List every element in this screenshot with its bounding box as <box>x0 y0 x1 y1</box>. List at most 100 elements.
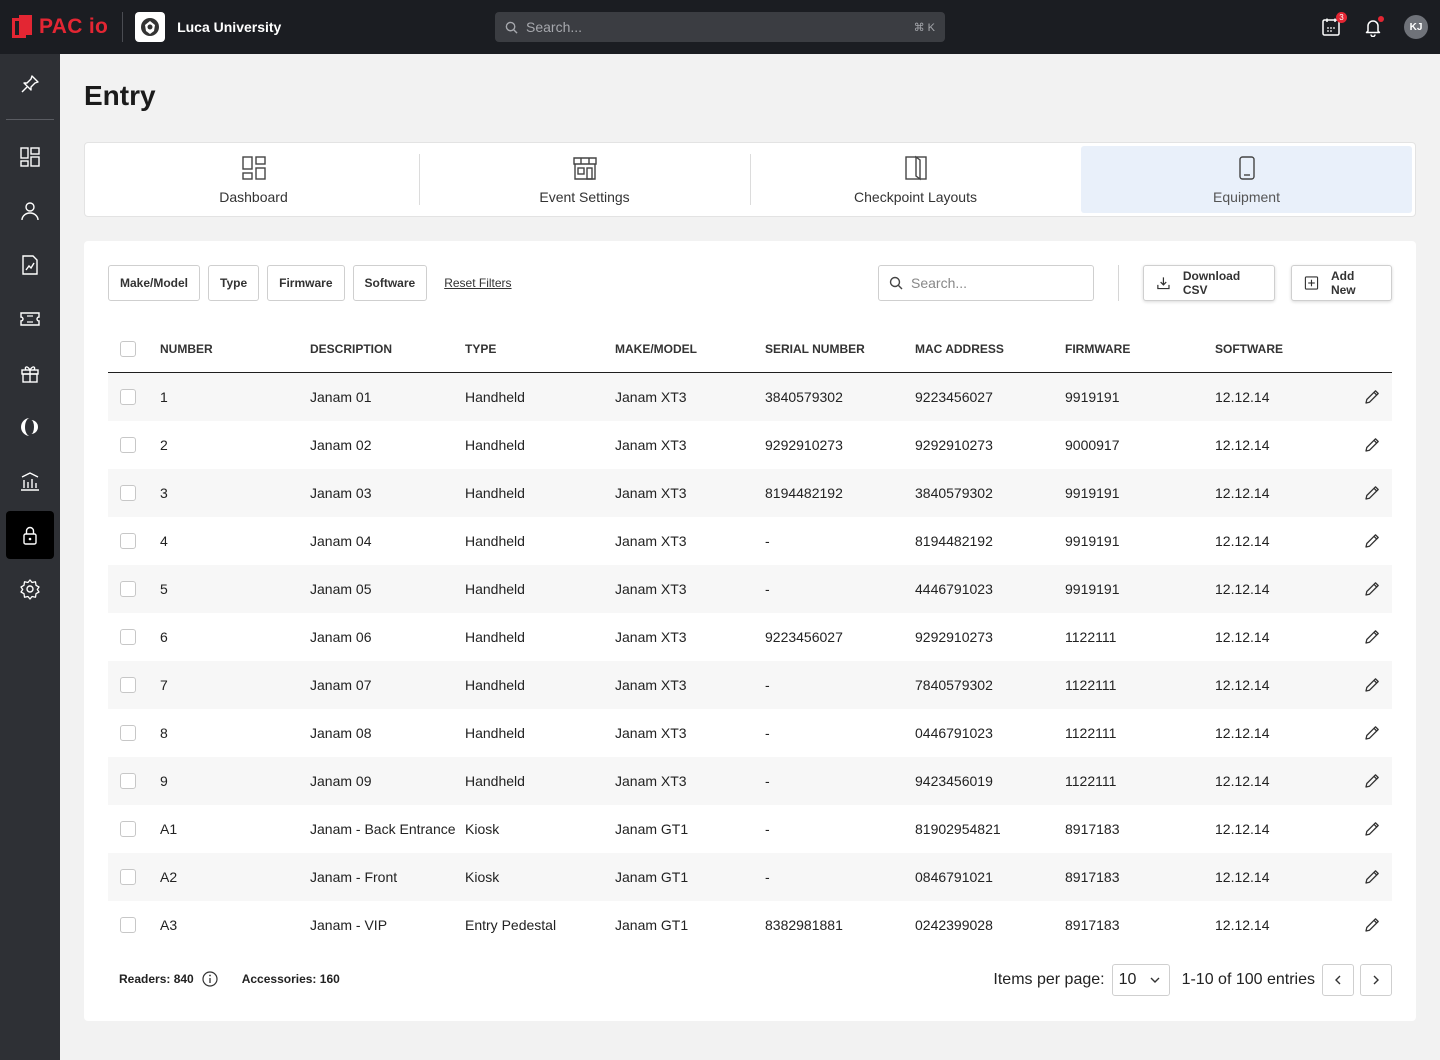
row-checkbox[interactable] <box>120 725 136 741</box>
notifications-button[interactable] <box>1362 16 1384 38</box>
header-software[interactable]: SOFTWARE <box>1215 342 1352 356</box>
page-title: Entry <box>84 80 156 111</box>
cell-number: 6 <box>160 629 168 645</box>
section-tabs: Dashboard Event Settings Checkpoint Layo… <box>84 142 1416 217</box>
table-row[interactable]: 5 Janam 05 Handheld Janam XT3 - 4446791023 991… <box>108 565 1392 613</box>
cell-number: 3 <box>160 485 168 501</box>
row-checkbox[interactable] <box>120 533 136 549</box>
edit-button[interactable] <box>1352 916 1392 934</box>
cell-make-model: Janam GT1 <box>615 821 689 837</box>
accessories-count: Accessories: 160 <box>241 972 340 986</box>
university-name[interactable]: Luca University <box>177 19 281 35</box>
global-search-placeholder: Search... <box>526 19 583 35</box>
tab-checkpoint-layouts[interactable]: Checkpoint Layouts <box>750 146 1081 213</box>
edit-button[interactable] <box>1352 436 1392 454</box>
info-button[interactable] <box>202 971 218 987</box>
items-per-page-select[interactable]: 10 <box>1111 964 1170 996</box>
table-row[interactable]: A1 Janam - Back Entrance Kiosk Janam GT1 - 81… <box>108 805 1392 853</box>
sidebar-item-pin[interactable] <box>6 60 54 108</box>
row-checkbox[interactable] <box>120 821 136 837</box>
sidebar-item-entry[interactable] <box>6 511 54 559</box>
row-checkbox[interactable] <box>120 773 136 789</box>
tab-dashboard[interactable]: Dashboard <box>88 146 419 213</box>
row-checkbox[interactable] <box>120 677 136 693</box>
row-checkbox[interactable] <box>120 437 136 453</box>
add-new-button[interactable]: Add New <box>1291 265 1392 301</box>
edit-button[interactable] <box>1352 820 1392 838</box>
table-row[interactable]: 4 Janam 04 Handheld Janam XT3 - 8194482192 991… <box>108 517 1392 565</box>
table-search-input[interactable]: Search... <box>878 265 1094 301</box>
reports-icon <box>22 255 38 275</box>
filter-software-button[interactable]: Software <box>352 265 428 301</box>
cell-software: 12.12.14 <box>1215 581 1270 597</box>
table-row[interactable]: 8 Janam 08 Handheld Janam XT3 - 0446791023 112… <box>108 709 1392 757</box>
cell-number: 2 <box>160 437 168 453</box>
reset-filters-link[interactable]: Reset Filters <box>444 276 511 290</box>
header-serial-number[interactable]: SERIAL NUMBER <box>765 342 915 356</box>
edit-button[interactable] <box>1352 724 1392 742</box>
calendar-button[interactable]: 3 <box>1320 12 1347 38</box>
edit-button[interactable] <box>1352 532 1392 550</box>
sidebar-item-reports[interactable] <box>6 241 54 289</box>
download-csv-button[interactable]: Download CSV <box>1143 265 1275 301</box>
avatar[interactable]: KJ <box>1404 15 1428 39</box>
row-checkbox[interactable] <box>120 629 136 645</box>
table-row[interactable]: 6 Janam 06 Handheld Janam XT3 9223456027 9292… <box>108 613 1392 661</box>
row-checkbox[interactable] <box>120 389 136 405</box>
cell-description: Janam 08 <box>310 725 372 741</box>
header-description[interactable]: DESCRIPTION <box>310 342 465 356</box>
header-make-model[interactable]: MAKE/MODEL <box>615 342 765 356</box>
info-icon <box>202 971 218 987</box>
sidebar-item-brand[interactable] <box>6 403 54 451</box>
pencil-icon <box>1365 630 1379 644</box>
storefront-icon <box>572 156 597 180</box>
edit-button[interactable] <box>1352 388 1392 406</box>
edit-button[interactable] <box>1352 628 1392 646</box>
cell-serial-number: - <box>765 869 770 885</box>
pagination: Items per page: 10 1-10 of 100 entries <box>993 964 1392 996</box>
cell-mac-address: 4446791023 <box>915 581 993 597</box>
edit-button[interactable] <box>1352 868 1392 886</box>
header-type[interactable]: TYPE <box>465 342 615 356</box>
table-row[interactable]: 3 Janam 03 Handheld Janam XT3 8194482192 3840… <box>108 469 1392 517</box>
filter-make-model-button[interactable]: Make/Model <box>108 265 201 301</box>
edit-button[interactable] <box>1352 676 1392 694</box>
select-all-checkbox[interactable] <box>120 340 136 357</box>
row-checkbox[interactable] <box>120 869 136 885</box>
tab-event-settings[interactable]: Event Settings <box>419 146 750 213</box>
row-checkbox[interactable] <box>120 581 136 597</box>
table-row[interactable]: A2 Janam - Front Kiosk Janam GT1 - 0846791021… <box>108 853 1392 901</box>
sidebar-item-users[interactable] <box>6 187 54 235</box>
row-checkbox[interactable] <box>120 485 136 501</box>
brand[interactable]: PAC io <box>0 0 108 54</box>
next-page-button[interactable] <box>1360 964 1392 996</box>
header-firmware[interactable]: FIRMWARE <box>1065 342 1215 356</box>
header-mac-address[interactable]: MAC ADDRESS <box>915 342 1065 356</box>
edit-button[interactable] <box>1352 772 1392 790</box>
sidebar-item-tickets[interactable] <box>6 295 54 343</box>
header-number[interactable]: NUMBER <box>160 342 310 356</box>
cell-type: Handheld <box>465 773 525 789</box>
cell-make-model: Janam XT3 <box>615 581 687 597</box>
global-search-input[interactable]: Search... ⌘ K <box>495 12 945 42</box>
row-checkbox[interactable] <box>120 917 136 933</box>
table-row[interactable]: 7 Janam 07 Handheld Janam XT3 - 7840579302 112… <box>108 661 1392 709</box>
tab-equipment[interactable]: Equipment <box>1081 146 1412 213</box>
filter-type-button[interactable]: Type <box>208 265 260 301</box>
sidebar-item-gifts[interactable] <box>6 349 54 397</box>
add-new-label: Add New <box>1330 269 1356 297</box>
sidebar-item-settings[interactable] <box>6 565 54 613</box>
table-row[interactable]: 1 Janam 01 Handheld Janam XT3 3840579302 9223… <box>108 373 1392 421</box>
previous-page-button[interactable] <box>1322 964 1354 996</box>
sidebar-item-analytics[interactable] <box>6 457 54 505</box>
cell-firmware: 9000917 <box>1065 437 1120 453</box>
table-row[interactable]: A3 Janam - VIP Entry Pedestal Janam GT1 8382… <box>108 901 1392 949</box>
filter-firmware-button[interactable]: Firmware <box>267 265 345 301</box>
pencil-icon <box>1365 918 1379 932</box>
edit-button[interactable] <box>1352 484 1392 502</box>
sidebar-item-dashboard[interactable] <box>6 133 54 181</box>
edit-button[interactable] <box>1352 580 1392 598</box>
table-row[interactable]: 2 Janam 02 Handheld Janam XT3 9292910273 9292… <box>108 421 1392 469</box>
cell-type: Entry Pedestal <box>465 917 557 933</box>
table-row[interactable]: 9 Janam 09 Handheld Janam XT3 - 9423456019 112… <box>108 757 1392 805</box>
